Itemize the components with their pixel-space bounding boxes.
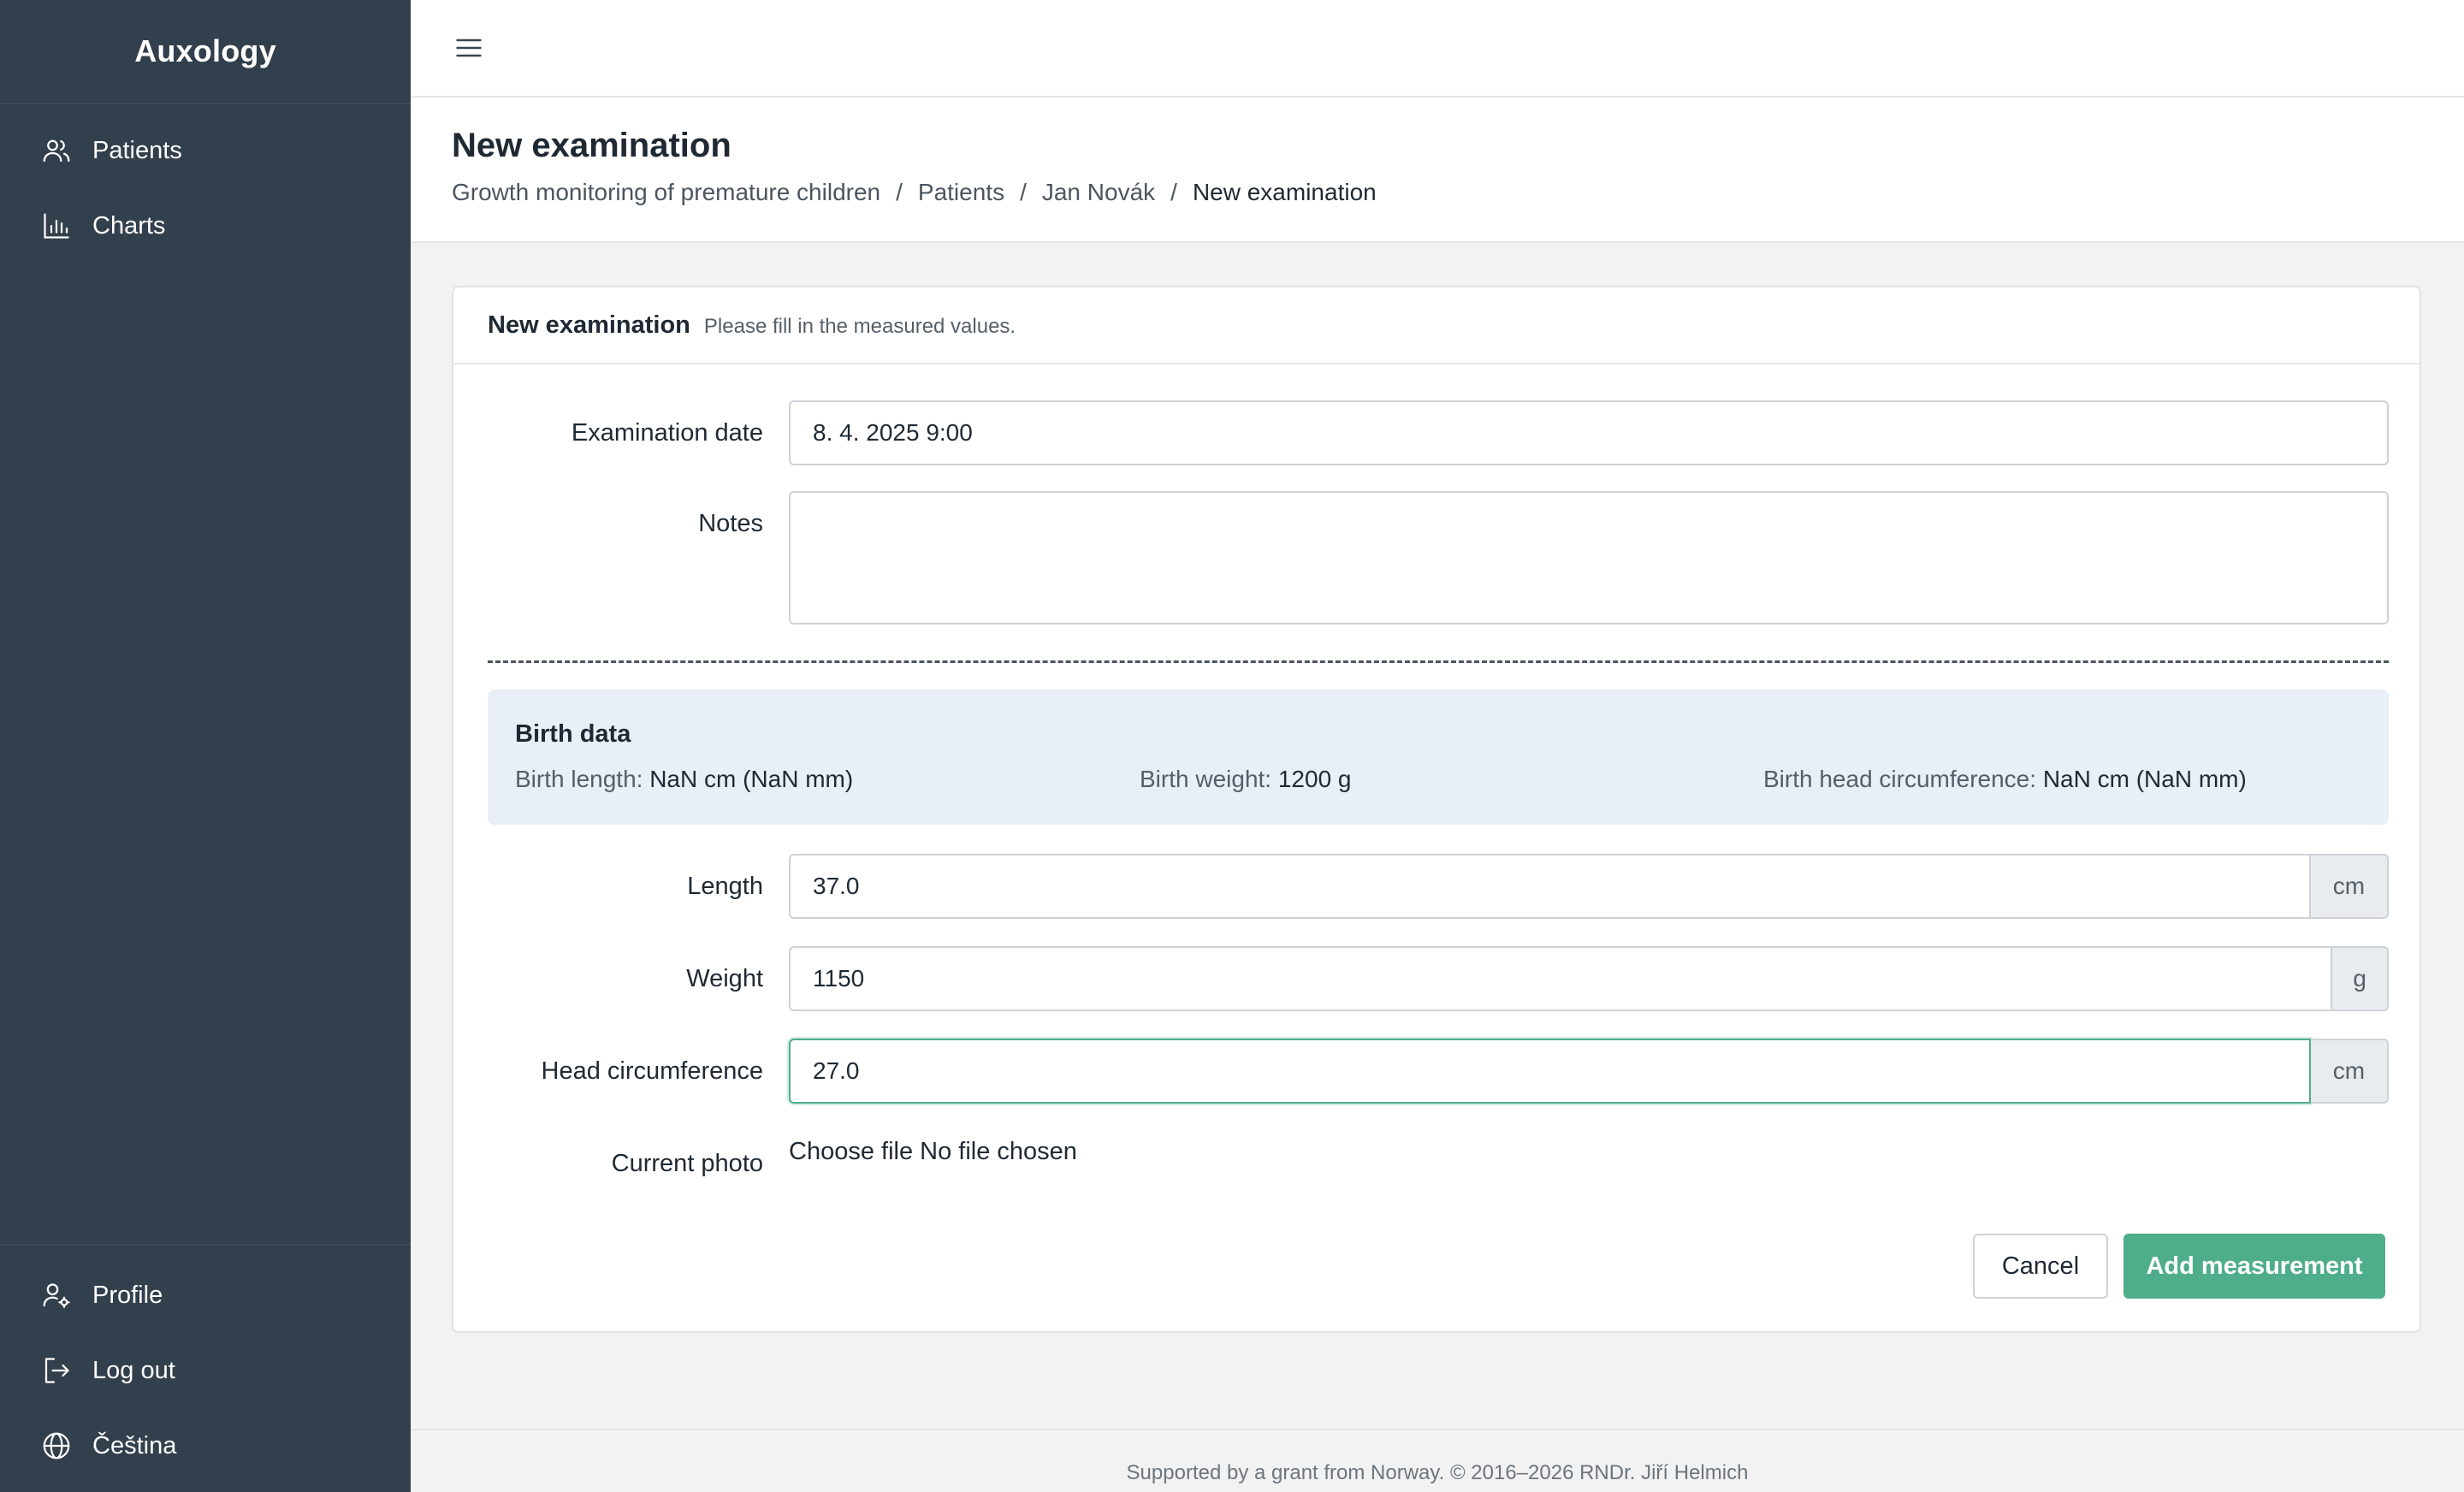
breadcrumb-item-project[interactable]: Growth monitoring of premature children [452, 179, 880, 206]
weight-label: Weight [686, 965, 763, 992]
notes-label: Notes [698, 510, 763, 537]
birth-weight-label: Birth weight: [1140, 766, 1272, 792]
head-circumference-input[interactable] [789, 1039, 2311, 1104]
users-icon [43, 139, 70, 163]
breadcrumb-separator: / [896, 179, 903, 205]
notes-textarea[interactable] [789, 491, 2389, 625]
main-content: New examination Growth monitoring of pre… [411, 0, 2464, 1492]
photo-label: Current photo [611, 1150, 763, 1177]
top-bar [411, 0, 2464, 98]
sidebar-item-patients[interactable]: Patients [0, 113, 411, 188]
hamburger-icon [456, 38, 482, 57]
birth-length-label: Birth length: [515, 766, 643, 792]
length-input-group: cm [789, 854, 2389, 919]
breadcrumb-item-patients[interactable]: Patients [918, 179, 1004, 206]
sidebar-item-label: Log out [92, 1356, 175, 1384]
sidebar-item-label: Čeština [92, 1431, 177, 1459]
length-input[interactable] [789, 854, 2311, 919]
sidebar-item-language[interactable]: Čeština [0, 1408, 411, 1483]
birth-weight: Birth weight: 1200 g [1140, 766, 1352, 793]
breadcrumb-separator: / [1020, 179, 1027, 205]
birth-data-panel: Birth data Birth length: NaN cm (NaN mm)… [488, 690, 2389, 825]
weight-input-group: g [789, 946, 2389, 1011]
birth-head-label: Birth head circumference: [1763, 766, 2037, 792]
card-subtitle: Please fill in the measured values. [703, 315, 1016, 338]
logout-icon [44, 1358, 69, 1383]
examination-form-card: New examination Please fill in the measu… [452, 286, 2421, 1333]
sidebar-item-profile[interactable]: Profile [0, 1258, 411, 1333]
card-title: New examination [488, 311, 690, 339]
weight-unit: g [2332, 946, 2389, 1011]
add-measurement-button[interactable]: Add measurement [2123, 1234, 2385, 1299]
birth-head-value: NaN cm (NaN mm) [2042, 766, 2247, 792]
length-unit: cm [2310, 854, 2389, 919]
sidebar-item-label: Charts [92, 211, 166, 240]
file-status: No file chosen [920, 1138, 1077, 1165]
birth-length-value: NaN cm (NaN mm) [649, 766, 854, 792]
birth-data-items: Birth length: NaN cm (NaN mm) Birth weig… [515, 766, 2361, 800]
exam-date-field-wrap [789, 400, 2389, 465]
page-title: New examination [452, 127, 732, 164]
app-title[interactable]: Auxology [0, 0, 411, 104]
bar-chart-icon [44, 213, 69, 239]
sidebar: Auxology Patients Charts Profile Log out… [0, 0, 411, 1492]
user-gear-icon [43, 1283, 70, 1308]
head-circumference-unit: cm [2310, 1039, 2389, 1104]
sidebar-bottom-nav: Profile Log out Čeština [0, 1244, 411, 1492]
sidebar-item-charts[interactable]: Charts [0, 188, 411, 263]
weight-input[interactable] [789, 946, 2333, 1011]
section-divider [488, 660, 2389, 663]
menu-toggle-button[interactable] [452, 31, 486, 65]
birth-data-title: Birth data [515, 720, 631, 748]
birth-head-circumference: Birth head circumference: NaN cm (NaN mm… [1763, 766, 2247, 793]
sidebar-item-logout[interactable]: Log out [0, 1333, 411, 1408]
notes-field-wrap [789, 491, 2389, 629]
exam-date-input[interactable] [789, 400, 2389, 465]
birth-length: Birth length: NaN cm (NaN mm) [515, 766, 853, 793]
sidebar-item-label: Profile [92, 1281, 163, 1309]
footer: Supported by a grant from Norway. © 2016… [411, 1429, 2464, 1492]
card-header: New examination Please fill in the measu… [453, 287, 2420, 364]
breadcrumb: Growth monitoring of premature children … [452, 179, 2464, 206]
birth-weight-value: 1200 g [1277, 766, 1352, 792]
cancel-button[interactable]: Cancel [1973, 1234, 2108, 1299]
breadcrumb-item-current: New examination [1192, 179, 1377, 205]
breadcrumb-separator: / [1170, 179, 1177, 205]
sidebar-nav: Patients Charts [0, 104, 411, 263]
globe-icon [43, 1432, 70, 1459]
exam-date-label: Examination date [571, 419, 763, 447]
head-circumference-input-group: cm [789, 1039, 2389, 1104]
sidebar-item-label: Patients [92, 136, 182, 164]
length-label: Length [687, 873, 763, 900]
choose-file-button[interactable]: Choose file [789, 1138, 913, 1165]
footer-text: Supported by a grant from Norway. © 2016… [1126, 1461, 1749, 1484]
page-header: New examination Growth monitoring of pre… [411, 98, 2464, 243]
breadcrumb-item-patient[interactable]: Jan Novák [1042, 179, 1155, 206]
form-actions: Cancel Add measurement [1973, 1234, 2385, 1299]
head-circumference-label: Head circumference [541, 1057, 764, 1085]
photo-file-input[interactable]: Choose file No file chosen [789, 1138, 2389, 1166]
